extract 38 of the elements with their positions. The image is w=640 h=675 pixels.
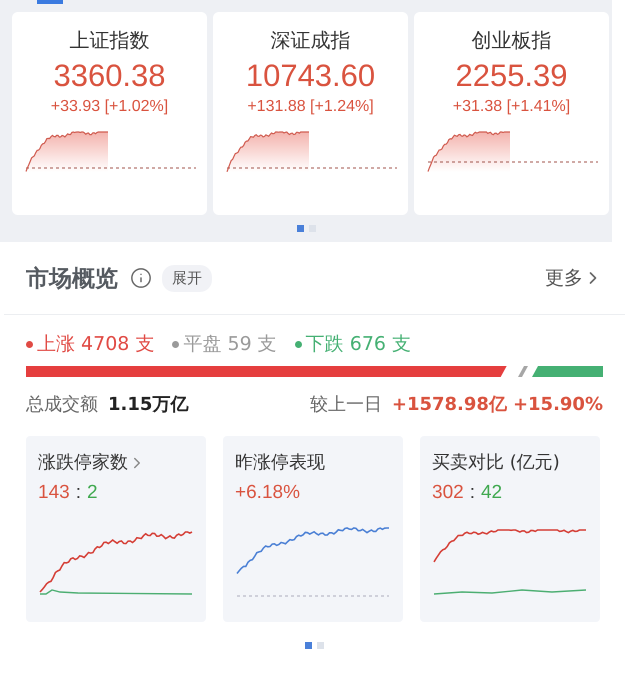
index-change: +33.93 [+1.02%] xyxy=(50,97,168,117)
stat-figure: 42 xyxy=(480,482,502,504)
stat-card[interactable]: 买卖对比 (亿元) 302 : 42 xyxy=(420,436,600,622)
index-change: +131.88 [+1.24%] xyxy=(247,97,374,117)
index-value: 2255.39 xyxy=(455,57,568,95)
info-icon[interactable] xyxy=(130,267,152,289)
more-link[interactable]: 更多 xyxy=(545,265,603,291)
stat-figure: 302 xyxy=(432,482,464,504)
turnover-percent: +15.90% xyxy=(512,394,603,415)
active-tab-indicator xyxy=(37,0,63,4)
index-name: 创业板指 xyxy=(472,27,552,54)
expand-button[interactable]: 展开 xyxy=(162,264,212,292)
index-value: 3360.38 xyxy=(53,57,166,95)
compare-label: 较上一日 xyxy=(310,393,382,416)
stat-title: 涨跌停家数 xyxy=(38,451,128,475)
stat-figure: 143 xyxy=(38,482,70,504)
turnover-label: 总成交额 xyxy=(26,393,98,416)
stock-count: 上涨 4708 支 xyxy=(37,332,154,357)
turnover-value: 1.15万亿 xyxy=(108,393,188,416)
index-card[interactable]: 上证指数 3360.38 +33.93 [+1.02%] xyxy=(12,12,207,215)
stock-count: 下跌 676 支 xyxy=(306,332,412,357)
index-card[interactable]: 创业板指 2255.39 +31.38 [+1.41%] xyxy=(414,12,609,215)
stat-figure: : xyxy=(470,482,475,504)
stat-figure: 2 xyxy=(86,482,98,504)
stat-title: 昨涨停表现 xyxy=(235,451,325,475)
stat-card[interactable]: 涨跌停家数 143 : 2 xyxy=(26,436,206,622)
turnover-delta: +1578.98亿 xyxy=(392,393,507,416)
stock-count: 平盘 59 支 xyxy=(183,332,277,357)
stat-figure: : xyxy=(76,482,81,504)
stat-figure: +6.18% xyxy=(235,482,300,504)
stat-card[interactable]: 昨涨停表现 +6.18% xyxy=(223,436,403,622)
index-card[interactable]: 深证成指 10743.60 +131.88 [+1.24%] xyxy=(213,12,408,215)
stat-title: 买卖对比 (亿元) xyxy=(432,451,560,475)
index-value: 10743.60 xyxy=(246,57,376,95)
index-name: 深证成指 xyxy=(270,27,350,54)
index-change: +31.38 [+1.41%] xyxy=(452,97,570,117)
section-title: 市场概览 xyxy=(26,264,118,294)
index-name: 上证指数 xyxy=(70,27,150,54)
